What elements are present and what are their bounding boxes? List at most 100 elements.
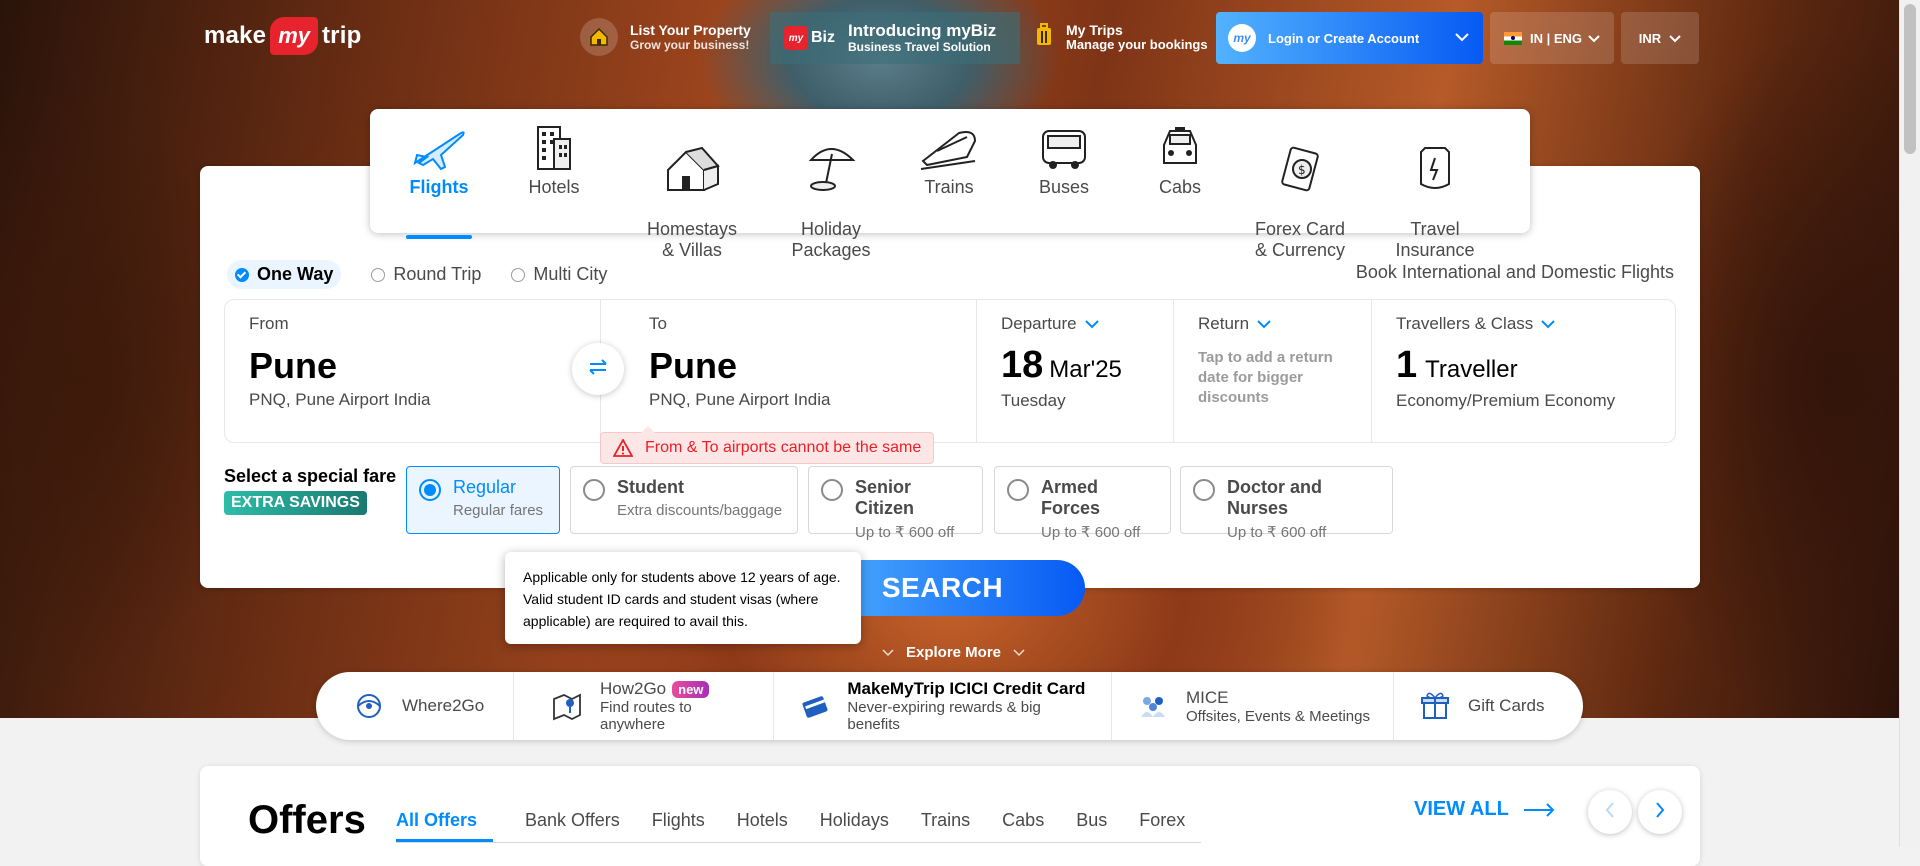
offers-tab-cabs[interactable]: Cabs <box>986 806 1060 842</box>
nav-item-travel-insurance[interactable]: Travel Insurance <box>1380 119 1490 282</box>
promo-icici-card[interactable]: MakeMyTrip ICICI Credit Card Never-expiri… <box>774 672 1112 740</box>
offers-tab-forex[interactable]: Forex <box>1123 806 1201 842</box>
offers-prev-button[interactable] <box>1588 790 1632 834</box>
nav-label-buses: Buses <box>1038 177 1090 197</box>
return-field[interactable]: Return Tap to add a return date for bigg… <box>1174 300 1372 442</box>
fare-option-senior-citizen[interactable]: Senior Citizen Up to ₹ 600 off <box>808 466 983 541</box>
radio-icon <box>1193 479 1215 501</box>
user-avatar-icon: my <box>1228 24 1256 52</box>
login-label: Login or Create Account <box>1268 30 1420 46</box>
promo-title: MakeMyTrip ICICI Credit Card <box>847 679 1086 698</box>
offers-tab-all[interactable]: All Offers <box>396 806 494 842</box>
departure-month: Mar'25 <box>1049 356 1122 383</box>
special-fare-title: Select a special fare <box>224 466 397 486</box>
radio-checked-icon <box>419 479 441 501</box>
mybiz-bag-icon: my <box>784 26 808 50</box>
promo-mice[interactable]: MICE Offsites, Events & Meetings <box>1112 672 1394 740</box>
where2go-icon <box>352 689 386 723</box>
chevron-down-icon <box>1257 314 1271 334</box>
view-all-offers-link[interactable]: VIEW ALL <box>1414 798 1555 821</box>
nav-item-flights[interactable]: Flights <box>384 119 494 239</box>
promo-gift-cards[interactable]: Gift Cards <box>1394 672 1583 740</box>
promo-subtitle: Find routes to anywhere <box>600 699 692 733</box>
nav-item-hotels[interactable]: Hotels <box>499 119 609 198</box>
my-trips-title: My Trips <box>1066 22 1123 38</box>
hotel-icon <box>499 119 609 171</box>
chevron-down-icon <box>1455 29 1469 47</box>
fare-option-regular[interactable]: Regular Regular fares <box>406 466 560 534</box>
logo-text-trip: trip <box>321 22 362 49</box>
radio-icon <box>511 267 526 282</box>
list-property-title: List Your Property <box>630 22 751 38</box>
trip-type-round-trip[interactable]: Round Trip <box>371 264 481 285</box>
offers-tab-trains[interactable]: Trains <box>905 806 986 842</box>
mybiz-title: Introducing myBiz <box>848 21 997 40</box>
trip-type-label: Round Trip <box>393 264 482 284</box>
mybiz-subtitle: Business Travel Solution <box>848 40 991 54</box>
insurance-icon <box>1380 140 1490 192</box>
nav-item-buses[interactable]: Buses <box>1009 119 1119 198</box>
nav-item-forex[interactable]: $ Forex Card & Currency <box>1240 119 1360 282</box>
offers-next-button[interactable] <box>1638 790 1682 834</box>
traveller-count: 1 <box>1396 344 1418 386</box>
list-property-subtitle: Grow your business! <box>630 38 750 52</box>
fare-option-subtitle: Up to ₹ 600 off <box>1041 524 1141 541</box>
trip-type-one-way[interactable]: One Way <box>227 260 342 289</box>
nav-item-cabs[interactable]: Cabs <box>1125 119 1235 198</box>
departure-label: Departure <box>1001 314 1077 333</box>
nav-item-holiday-packages[interactable]: Holiday Packages <box>776 119 886 282</box>
mybiz-banner[interactable]: my Biz Introducing myBiz Business Travel… <box>770 12 1020 64</box>
trip-type-multi-city[interactable]: Multi City <box>511 264 607 285</box>
travellers-field[interactable]: Travellers & Class 1 Traveller Economy/Pr… <box>1372 300 1675 442</box>
chevron-down-icon <box>882 644 894 661</box>
logo-text-make: make <box>204 22 267 49</box>
makemytrip-logo[interactable]: make my trip <box>204 12 361 60</box>
plane-icon <box>384 119 494 171</box>
fare-option-title: Student <box>617 477 684 497</box>
arrow-right-icon <box>1523 802 1555 817</box>
special-fare-heading: Select a special fare EXTRA SAVINGS <box>224 466 396 515</box>
offers-tab-hotels[interactable]: Hotels <box>721 806 804 842</box>
scrollbar-thumb[interactable] <box>1904 4 1916 154</box>
offers-tab-flights[interactable]: Flights <box>636 806 721 842</box>
chevron-down-icon <box>1588 31 1600 46</box>
swap-cities-button[interactable] <box>572 343 624 395</box>
offers-tab-bank[interactable]: Bank Offers <box>493 806 636 842</box>
nav-item-trains[interactable]: Trains <box>894 119 1004 198</box>
fare-option-armed-forces[interactable]: Armed Forces Up to ₹ 600 off <box>994 466 1171 541</box>
warning-icon <box>613 439 633 457</box>
offers-tab-bus[interactable]: Bus <box>1060 806 1123 842</box>
page-scrollbar[interactable] <box>1899 0 1920 847</box>
login-button[interactable]: my Login or Create Account <box>1216 12 1483 64</box>
locale-selector[interactable]: IN | ENG <box>1490 12 1614 64</box>
explore-strip: Where2Go How2Go new Find routes to anywher… <box>316 672 1583 740</box>
currency-selector[interactable]: INR <box>1621 12 1699 64</box>
fare-option-student[interactable]: Student Extra discounts/baggage <box>570 466 798 534</box>
departure-field[interactable]: Departure 18 Mar'25 Tuesday <box>977 300 1174 442</box>
my-trips-link[interactable]: My Trips Manage your bookings <box>1034 22 1208 52</box>
nav-label-forex: Forex Card & Currency <box>1254 219 1346 260</box>
nav-label-hotels: Hotels <box>528 177 580 197</box>
mybiz-badge-text: Biz <box>811 29 835 46</box>
umbrella-icon <box>776 140 886 192</box>
promo-title: Where2Go <box>402 696 485 715</box>
explore-more-label: Explore More <box>906 644 1002 661</box>
to-field[interactable]: To Pune PNQ, Pune Airport India <box>601 300 977 442</box>
chevron-down-icon <box>1669 31 1681 46</box>
gift-icon <box>1418 689 1452 723</box>
promo-how2go[interactable]: How2Go new Find routes to anywhere <box>514 672 774 740</box>
new-badge: new <box>672 681 710 698</box>
radio-icon <box>371 267 386 282</box>
offers-tab-holidays[interactable]: Holidays <box>804 806 905 842</box>
nav-label-travel-insurance: Travel Insurance <box>1395 219 1475 260</box>
travellers-label: Travellers & Class <box>1396 314 1534 333</box>
train-icon <box>894 119 1004 171</box>
explore-more-toggle[interactable]: Explore More <box>870 644 1037 661</box>
nav-item-homestays[interactable]: Homestays & Villas <box>632 119 752 282</box>
from-field[interactable]: From Pune PNQ, Pune Airport India <box>225 300 601 442</box>
fare-option-doctor-nurses[interactable]: Doctor and Nurses Up to ₹ 600 off <box>1180 466 1393 541</box>
nav-label-flights: Flights <box>409 177 469 197</box>
student-fare-tooltip: Applicable only for students above 12 ye… <box>505 552 861 644</box>
promo-where2go[interactable]: Where2Go <box>316 672 514 740</box>
list-property-link[interactable]: List Your Property Grow your business! <box>580 18 751 56</box>
